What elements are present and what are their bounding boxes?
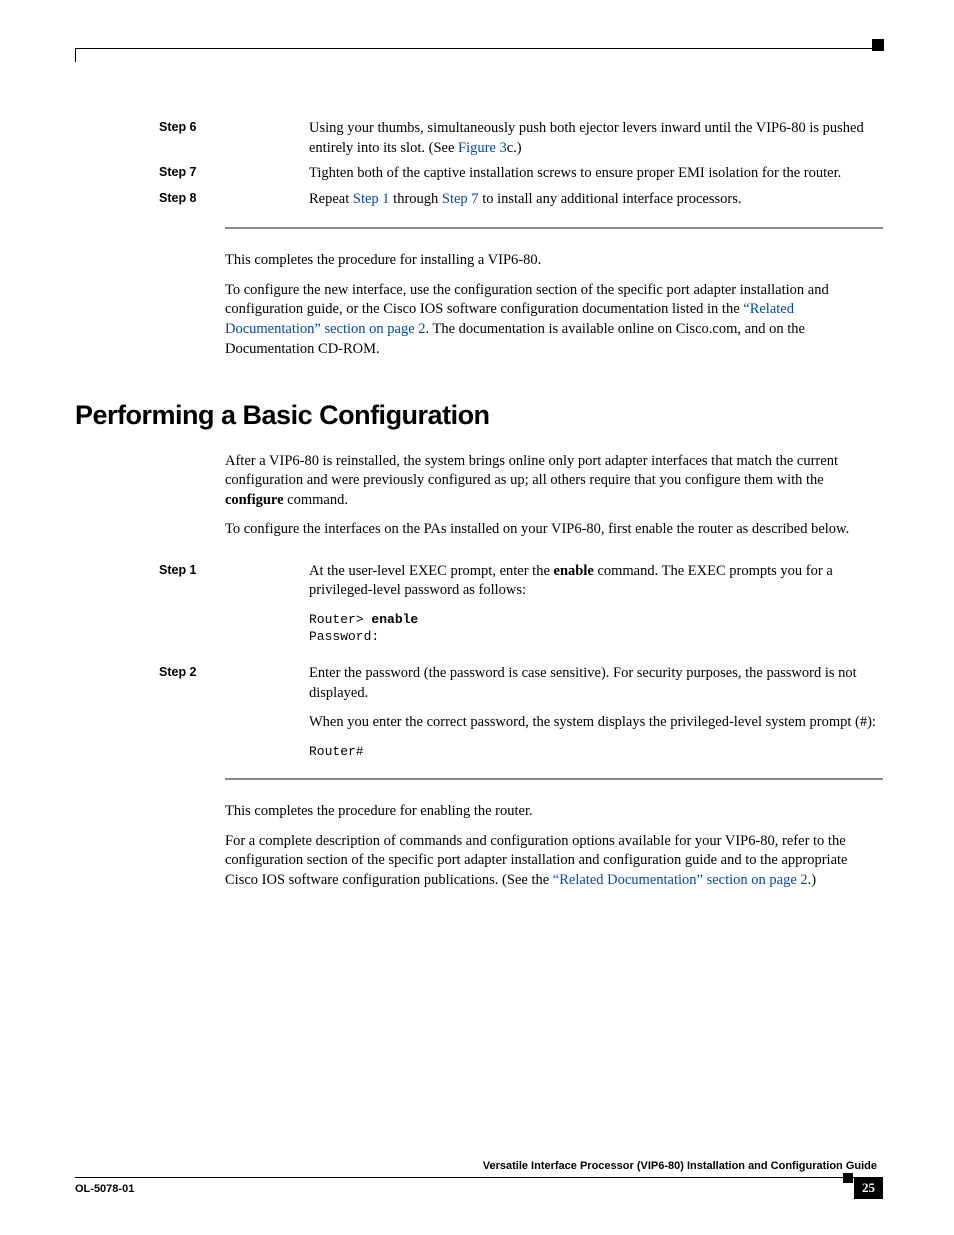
step-body: Repeat Step 1 through Step 7 to install … <box>309 190 883 210</box>
step-body: Using your thumbs, simultaneously push b… <box>309 119 883 158</box>
footer-doc-title: Versatile Interface Processor (VIP6-80) … <box>75 1159 883 1174</box>
step-label: Step 6 <box>75 119 309 158</box>
step-label: Step 8 <box>75 190 309 210</box>
separator-rule <box>225 227 883 229</box>
text: Enter the password (the password is case… <box>309 665 857 701</box>
text: command. <box>284 492 348 508</box>
page-body: Step 6Using your thumbs, simultaneously … <box>75 48 883 900</box>
step-body: At the user-level EXEC prompt, enter the… <box>309 562 883 646</box>
code-text: Router> <box>309 612 371 627</box>
code-block: Router> enable Password: <box>309 611 879 646</box>
text: When you enter the correct password, the… <box>309 714 876 730</box>
corner-marker <box>872 39 884 51</box>
paragraph: At the user-level EXEC prompt, enter the… <box>309 562 879 601</box>
code-block: Router# <box>309 743 879 761</box>
text: Using your thumbs, simultaneously push b… <box>309 120 864 156</box>
paragraph: To configure the new interface, use the … <box>225 281 879 359</box>
bold-text: enable <box>554 563 594 579</box>
paragraph: To configure the interfaces on the PAs i… <box>225 520 879 540</box>
text: To configure the new interface, use the … <box>225 282 829 318</box>
code-text: enable <box>371 612 418 627</box>
step-row: Step 2Enter the password (the password i… <box>75 664 883 760</box>
step-row: Step 8Repeat Step 1 through Step 7 to in… <box>75 190 883 210</box>
footer-rule <box>75 1177 883 1178</box>
step-label: Step 1 <box>75 562 309 646</box>
step-body: Tighten both of the captive installation… <box>309 164 883 184</box>
top-rule <box>75 48 883 49</box>
step-body: Enter the password (the password is case… <box>309 664 883 760</box>
cross-reference-link[interactable]: Figure 3 <box>458 140 507 156</box>
section-heading: Performing a Basic Configuration <box>75 397 883 433</box>
page-number: 25 <box>854 1177 883 1199</box>
paragraph: After a VIP6-80 is reinstalled, the syst… <box>225 452 879 511</box>
step-row: Step 6Using your thumbs, simultaneously … <box>75 119 883 158</box>
text: .) <box>808 872 816 888</box>
step-label: Step 7 <box>75 164 309 184</box>
code-text: Router# <box>309 744 364 759</box>
step-row: Step 1At the user-level EXEC prompt, ent… <box>75 562 883 646</box>
paragraph: This completes the procedure for enablin… <box>225 802 879 822</box>
text: After a VIP6-80 is reinstalled, the syst… <box>225 453 838 489</box>
paragraph: For a complete description of commands a… <box>225 832 879 891</box>
text: c.) <box>507 140 522 156</box>
footer-doc-number: OL-5078-01 <box>75 1182 134 1197</box>
paragraph: This completes the procedure for install… <box>225 251 879 271</box>
text: To configure the interfaces on the PAs i… <box>225 521 849 537</box>
page-footer: Versatile Interface Processor (VIP6-80) … <box>75 1159 883 1197</box>
step-row: Step 7Tighten both of the captive instal… <box>75 164 883 184</box>
text: This completes the procedure for install… <box>225 252 541 268</box>
cross-reference-link[interactable]: Step 1 <box>353 191 390 207</box>
cross-reference-link[interactable]: Step 7 <box>442 191 479 207</box>
bold-text: configure <box>225 492 284 508</box>
text: through <box>390 191 442 207</box>
text: This completes the procedure for enablin… <box>225 803 533 819</box>
step-label: Step 2 <box>75 664 309 760</box>
cross-reference-link[interactable]: “Related Documentation” section on page … <box>553 872 808 888</box>
code-text: Password: <box>309 629 379 644</box>
paragraph: When you enter the correct password, the… <box>309 713 879 733</box>
content-area: Step 6Using your thumbs, simultaneously … <box>75 119 883 890</box>
text: Tighten both of the captive installation… <box>309 165 841 181</box>
text: to install any additional interface proc… <box>479 191 742 207</box>
paragraph: Enter the password (the password is case… <box>309 664 879 703</box>
text: At the user-level EXEC prompt, enter the <box>309 563 554 579</box>
separator-rule <box>225 778 883 780</box>
text: Repeat <box>309 191 353 207</box>
